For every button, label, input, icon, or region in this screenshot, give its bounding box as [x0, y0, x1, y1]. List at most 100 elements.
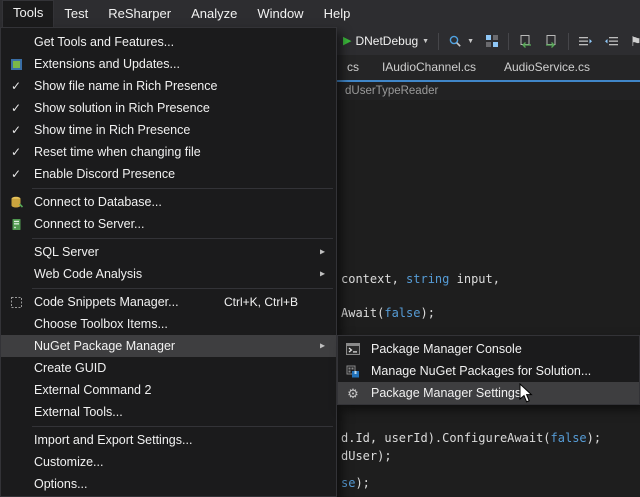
menu-item-label: Get Tools and Features... [31, 35, 174, 49]
menu-item-label: Import and Export Settings... [31, 433, 192, 447]
check-icon: ✓ [1, 79, 31, 93]
code-line: Await(false); [341, 306, 435, 320]
menu-item-create-guid[interactable]: Create GUID [1, 357, 336, 379]
code-token-keyword: false [384, 306, 420, 320]
menu-item-nuget-package-manager[interactable]: NuGet Package Manager ▸ [1, 335, 336, 357]
dropdown-caret-icon[interactable]: ▼ [422, 38, 429, 45]
start-debug-button[interactable]: ▶ DNetDebug ▼ [341, 32, 431, 50]
menu-item-import-export-settings[interactable]: Import and Export Settings... [1, 429, 336, 451]
bookmark-flag-icon: ⚑ [630, 35, 640, 48]
menu-separator [32, 426, 333, 427]
submenu-item-package-manager-settings[interactable]: ⚙ Package Manager Settings [338, 382, 639, 404]
submenu-item-manage-nuget-packages[interactable]: Manage NuGet Packages for Solution... [338, 360, 639, 382]
menu-item-label: NuGet Package Manager [31, 339, 175, 353]
debug-target-label: DNetDebug [355, 34, 418, 48]
breadcrumb-bar[interactable]: dUserTypeReader [337, 82, 640, 100]
find-button[interactable]: ▼ [446, 32, 476, 51]
code-line: context, string input, [341, 272, 500, 286]
menu-item-choose-toolbox-items[interactable]: Choose Toolbox Items... [1, 313, 336, 335]
menu-separator [32, 238, 333, 239]
menu-item-label: Create GUID [31, 361, 106, 375]
code-editor[interactable]: context, string input, Await(false); d.I… [337, 100, 640, 497]
code-token: d.Id, userId).ConfigureAwait( [341, 431, 551, 445]
menu-item-label: Enable Discord Presence [31, 167, 175, 181]
code-token-keyword: string [406, 272, 449, 286]
menu-item-label: Package Manager Settings [368, 386, 521, 400]
menu-item-label: Web Code Analysis [31, 267, 142, 281]
menu-item-options[interactable]: Options... [1, 473, 336, 495]
database-icon [10, 196, 23, 209]
tools-menu-popup: Get Tools and Features... Extensions and… [0, 27, 337, 497]
menu-item-label: Reset time when changing file [31, 145, 201, 159]
menu-item-external-command-2[interactable]: External Command 2 [1, 379, 336, 401]
code-token: input, [449, 272, 500, 286]
show-all-files-button[interactable] [483, 32, 501, 50]
toolbar-separator [568, 33, 569, 50]
toolbar-separator [438, 33, 439, 50]
code-token-keyword: false [551, 431, 587, 445]
menu-tools[interactable]: Tools [2, 0, 54, 27]
code-token: ); [355, 476, 369, 490]
snippets-icon [10, 296, 23, 309]
outdent-lines-icon [604, 35, 619, 48]
menu-item-label: Code Snippets Manager... [31, 295, 179, 309]
breadcrumb[interactable]: dUserTypeReader [345, 85, 438, 97]
menu-item-label: Manage NuGet Packages for Solution... [368, 364, 591, 378]
menu-item-external-tools[interactable]: External Tools... [1, 401, 336, 423]
menubar: Tools Test ReSharper Analyze Window Help [0, 0, 640, 27]
menu-test[interactable]: Test [54, 0, 98, 27]
submenu-item-package-manager-console[interactable]: Package Manager Console [338, 338, 639, 360]
indent-button[interactable] [576, 33, 595, 50]
indent-lines-icon [578, 35, 593, 48]
check-icon: ✓ [1, 167, 31, 181]
doc-arrow-forward-icon [544, 34, 559, 48]
menu-item-extensions-and-updates[interactable]: Extensions and Updates... [1, 53, 336, 75]
menu-item-show-solution[interactable]: ✓ Show solution in Rich Presence [1, 97, 336, 119]
menu-item-label: SQL Server [31, 245, 99, 259]
tab-iaudiochannel[interactable]: IAudioChannel.cs [378, 55, 480, 80]
menu-item-label: Connect to Server... [31, 217, 144, 231]
menu-item-shortcut: Ctrl+K, Ctrl+B [224, 295, 336, 309]
menu-item-label: Connect to Database... [31, 195, 162, 209]
menu-gutter [1, 218, 31, 231]
submenu-arrow-icon: ▸ [320, 247, 325, 258]
menu-item-reset-time[interactable]: ✓ Reset time when changing file [1, 141, 336, 163]
menu-item-code-snippets-manager[interactable]: Code Snippets Manager... Ctrl+K, Ctrl+B [1, 291, 336, 313]
menu-item-label: Show time in Rich Presence [31, 123, 190, 137]
menu-item-get-tools-and-features[interactable]: Get Tools and Features... [1, 31, 336, 53]
menu-gutter [338, 365, 368, 378]
menu-gutter [338, 343, 368, 355]
menu-help[interactable]: Help [314, 0, 361, 27]
menu-item-label: External Command 2 [31, 383, 151, 397]
menu-item-connect-to-database[interactable]: Connect to Database... [1, 191, 336, 213]
extensions-icon [10, 58, 23, 71]
menu-item-sql-server[interactable]: SQL Server ▸ [1, 241, 336, 263]
code-token-keyword: se [341, 476, 355, 490]
code-token: dUser); [341, 449, 392, 463]
menu-item-web-code-analysis[interactable]: Web Code Analysis ▸ [1, 263, 336, 285]
gear-icon: ⚙ [338, 387, 368, 400]
menu-item-label: Extensions and Updates... [31, 57, 180, 71]
code-token: context, [341, 272, 406, 286]
menu-item-customize[interactable]: Customize... [1, 451, 336, 473]
dropdown-caret-icon[interactable]: ▼ [467, 38, 474, 45]
outdent-button[interactable] [602, 33, 621, 50]
vs-window: Tools Test ReSharper Analyze Window Help… [0, 0, 640, 497]
toggle-bookmark-button[interactable]: ⚑ [628, 33, 640, 50]
submenu-arrow-icon: ▸ [320, 341, 325, 352]
tab-partial[interactable]: cs [337, 55, 369, 80]
check-icon: ✓ [1, 101, 31, 115]
menu-item-label: Customize... [31, 455, 103, 469]
menu-item-connect-to-server[interactable]: Connect to Server... [1, 213, 336, 235]
menu-window[interactable]: Window [247, 0, 313, 27]
navigate-forward-button[interactable] [542, 32, 561, 50]
menu-item-label: Choose Toolbox Items... [31, 317, 168, 331]
menu-item-show-file-name[interactable]: ✓ Show file name in Rich Presence [1, 75, 336, 97]
navigate-backward-button[interactable] [516, 32, 535, 50]
menu-resharper[interactable]: ReSharper [98, 0, 181, 27]
menu-item-enable-discord-presence[interactable]: ✓ Enable Discord Presence [1, 163, 336, 185]
menu-analyze[interactable]: Analyze [181, 0, 247, 27]
tab-audioservice[interactable]: AudioService.cs [498, 55, 596, 80]
menu-item-label: Show solution in Rich Presence [31, 101, 210, 115]
menu-item-show-time[interactable]: ✓ Show time in Rich Presence [1, 119, 336, 141]
